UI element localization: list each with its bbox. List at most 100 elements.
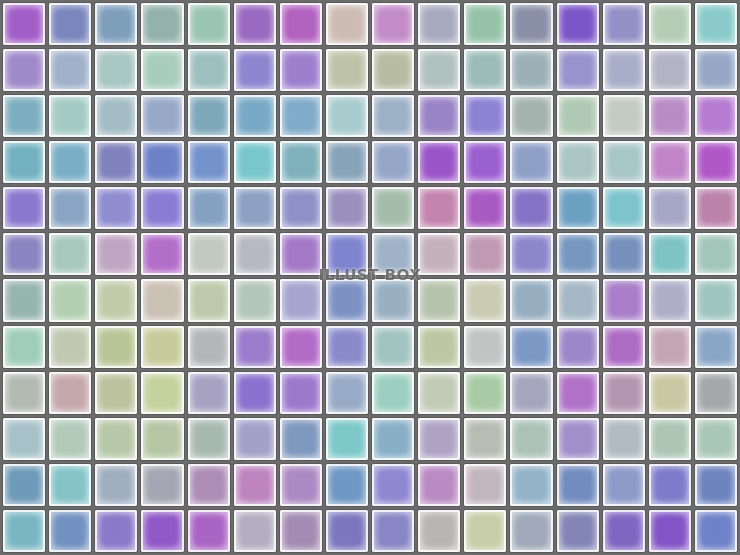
tile: [372, 417, 415, 460]
tile: [95, 3, 138, 46]
tile: [510, 187, 553, 230]
tile: [602, 3, 645, 46]
tile: [187, 49, 230, 92]
tile: [556, 279, 599, 322]
tile: [372, 3, 415, 46]
tile: [279, 95, 322, 138]
tile: [233, 279, 276, 322]
tile-mosaic: [0, 0, 740, 555]
tile: [325, 509, 368, 552]
tile: [279, 3, 322, 46]
tile: [187, 233, 230, 276]
tile: [279, 417, 322, 460]
tile: [279, 233, 322, 276]
tile: [3, 325, 46, 368]
tile: [372, 279, 415, 322]
tile: [648, 509, 691, 552]
tile: [3, 509, 46, 552]
tile: [694, 325, 737, 368]
tile: [556, 187, 599, 230]
tile: [325, 141, 368, 184]
tile: [694, 233, 737, 276]
tile: [187, 509, 230, 552]
tile: [49, 509, 92, 552]
tile: [372, 95, 415, 138]
tile: [325, 371, 368, 414]
tile: [3, 187, 46, 230]
tile: [464, 463, 507, 506]
tile: [3, 371, 46, 414]
tile: [279, 141, 322, 184]
tile: [694, 371, 737, 414]
tile: [95, 325, 138, 368]
tile: [556, 325, 599, 368]
tile: [95, 279, 138, 322]
tile: [141, 49, 184, 92]
tile: [141, 509, 184, 552]
tile: [233, 95, 276, 138]
tile: [95, 371, 138, 414]
tile: [49, 187, 92, 230]
tile: [95, 95, 138, 138]
tile: [694, 95, 737, 138]
tile: [602, 233, 645, 276]
tile: [464, 95, 507, 138]
tile: [694, 141, 737, 184]
tile: [95, 463, 138, 506]
tile: [418, 371, 461, 414]
tile: [279, 509, 322, 552]
tile: [602, 325, 645, 368]
tile: [648, 49, 691, 92]
tile: [602, 141, 645, 184]
tile: [233, 3, 276, 46]
tile: [141, 141, 184, 184]
tile: [418, 3, 461, 46]
tile: [141, 325, 184, 368]
tile: [187, 463, 230, 506]
tile: [3, 463, 46, 506]
tile: [418, 325, 461, 368]
tile: [49, 417, 92, 460]
tile: [325, 325, 368, 368]
tile: [279, 463, 322, 506]
tile: [464, 187, 507, 230]
tile: [418, 233, 461, 276]
tile: [418, 279, 461, 322]
tile: [3, 95, 46, 138]
tile: [510, 325, 553, 368]
tile: [187, 187, 230, 230]
tile: [464, 141, 507, 184]
tile: [141, 187, 184, 230]
tile: [95, 233, 138, 276]
tile: [556, 371, 599, 414]
tile: [49, 49, 92, 92]
tile: [418, 187, 461, 230]
tile: [602, 187, 645, 230]
tile: [325, 279, 368, 322]
tile: [694, 187, 737, 230]
tile: [464, 371, 507, 414]
tile: [648, 325, 691, 368]
tile: [95, 49, 138, 92]
tile: [510, 95, 553, 138]
tile: [95, 509, 138, 552]
tile: [141, 417, 184, 460]
tile: [510, 141, 553, 184]
tile: [602, 49, 645, 92]
tile: [556, 95, 599, 138]
tile: [233, 325, 276, 368]
tile: [141, 279, 184, 322]
tile: [49, 463, 92, 506]
tile: [556, 417, 599, 460]
tile: [279, 49, 322, 92]
tile: [141, 463, 184, 506]
tile: [418, 95, 461, 138]
tile: [141, 371, 184, 414]
tile: [3, 279, 46, 322]
tile: [279, 325, 322, 368]
tile: [187, 3, 230, 46]
tile: [49, 371, 92, 414]
tile: [3, 417, 46, 460]
tile: [372, 233, 415, 276]
tile: [141, 3, 184, 46]
